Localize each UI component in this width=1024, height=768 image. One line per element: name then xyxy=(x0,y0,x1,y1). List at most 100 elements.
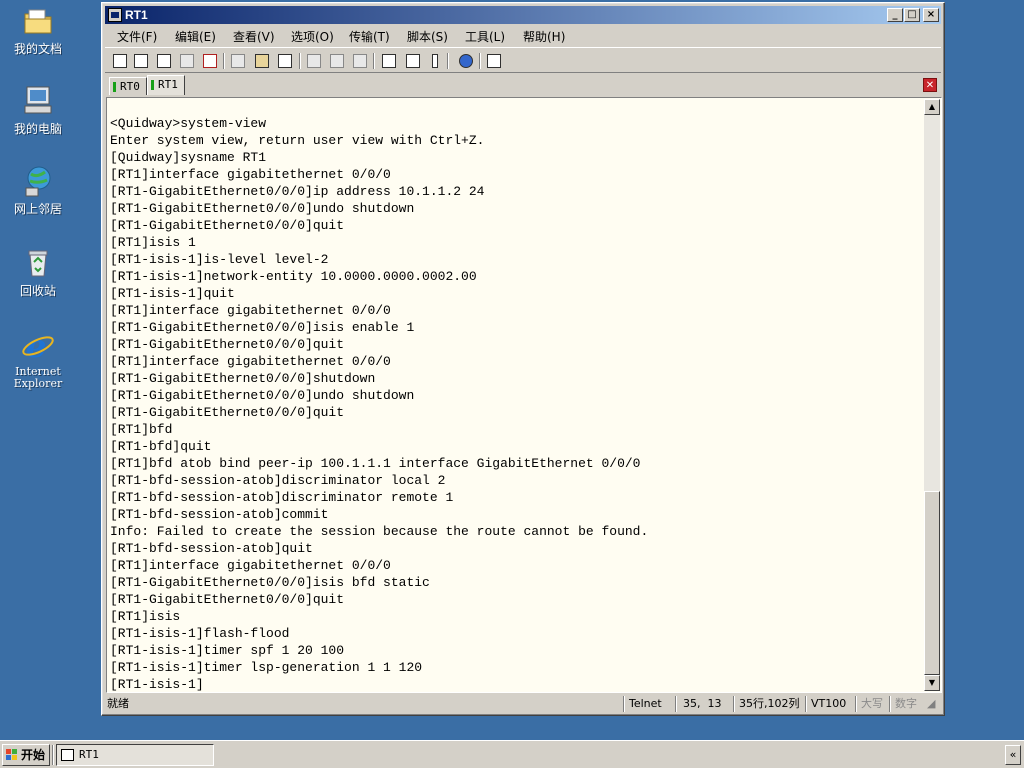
network-globe-icon xyxy=(21,164,55,198)
menu-script[interactable]: 脚本(S) xyxy=(407,28,448,45)
tab-rt0[interactable]: RT0 xyxy=(109,77,147,95)
desktop-icon-recycle-bin[interactable]: 回收站 xyxy=(0,246,76,298)
menu-options[interactable]: 选项(O) xyxy=(291,28,334,45)
session-options-icon[interactable] xyxy=(380,52,398,70)
status-protocol: Telnet xyxy=(629,697,662,710)
status-separator xyxy=(733,696,735,712)
terminal-line: [RT1-isis-1]quit xyxy=(110,286,235,301)
terminal-line: [RT1]interface gigabitethernet 0/0/0 xyxy=(110,303,391,318)
menu-transfer[interactable]: 传输(T) xyxy=(349,28,390,45)
print-selection-icon[interactable] xyxy=(328,52,346,70)
global-options-icon[interactable] xyxy=(404,52,422,70)
tab-rt1[interactable]: RT1 xyxy=(147,75,185,95)
quick-connect-icon[interactable] xyxy=(132,52,150,70)
menu-view[interactable]: 查看(V) xyxy=(233,28,275,45)
session-tabs: RT0 RT1 ✕ xyxy=(105,75,941,95)
taskbar: 开始 RT1 « xyxy=(0,740,1024,768)
desktop-icon-internet-explorer[interactable]: e Internet Explorer xyxy=(0,327,76,390)
terminal-line: [RT1-GigabitEthernet0/0/0]undo shutdown xyxy=(110,388,415,403)
terminal-line: [RT1-bfd-session-atob]commit xyxy=(110,507,329,522)
terminal-line: [RT1]bfd xyxy=(110,422,173,437)
maximize-button[interactable]: □ xyxy=(904,8,920,22)
monitor-icon[interactable] xyxy=(485,52,503,70)
reconnect-icon[interactable] xyxy=(178,52,196,70)
status-separator xyxy=(623,696,625,712)
internet-explorer-icon: e xyxy=(21,327,55,365)
menu-tools[interactable]: 工具(L) xyxy=(465,28,505,45)
status-terminal-size: 35行,102列 xyxy=(739,697,800,710)
status-cursor-position: 35, 13 xyxy=(683,697,722,710)
vertical-scrollbar[interactable]: ▲ ▼ xyxy=(924,99,940,691)
paste-icon[interactable] xyxy=(253,52,271,70)
terminal-line: [RT1-bfd-session-atob]quit xyxy=(110,541,313,556)
start-label: 开始 xyxy=(21,748,46,762)
desktop-icon-network-places[interactable]: 网上邻居 xyxy=(0,164,76,216)
connect-icon[interactable] xyxy=(111,52,129,70)
terminal-line: Info: Failed to create the session becau… xyxy=(110,524,649,539)
folder-icon xyxy=(21,4,55,38)
help-icon[interactable] xyxy=(457,52,475,70)
terminal-line: [RT1-bfd-session-atob]discriminator loca… xyxy=(110,473,446,488)
terminal-line: Enter system view, return user view with… xyxy=(110,133,485,148)
copy-icon[interactable] xyxy=(229,52,247,70)
desktop-icon-my-documents[interactable]: 我的文档 xyxy=(0,4,76,56)
minimize-button[interactable]: _ xyxy=(887,8,903,22)
status-num-lock: 数字 xyxy=(895,697,917,710)
status-separator xyxy=(675,696,677,712)
tray-expand-icon[interactable]: « xyxy=(1005,745,1021,765)
app-icon xyxy=(108,8,122,22)
menu-help[interactable]: 帮助(H) xyxy=(523,28,565,45)
terminal-line: [RT1-isis-1]flash-flood xyxy=(110,626,290,641)
terminal-output[interactable]: <Quidway>system-view Enter system view, r… xyxy=(106,97,942,693)
status-caps-lock: 大写 xyxy=(861,697,883,710)
print-icon[interactable] xyxy=(305,52,323,70)
connected-indicator-icon xyxy=(151,80,154,90)
taskbar-item-rt1[interactable]: RT1 xyxy=(56,744,214,766)
terminal-line: [RT1-GigabitEthernet0/0/0]quit xyxy=(110,405,345,420)
menu-bar: 文件(F) 编辑(E) 查看(V) 选项(O) 传输(T) 脚本(S) 工具(L… xyxy=(105,25,941,45)
status-separator xyxy=(855,696,857,712)
toolbar-separator xyxy=(479,53,481,69)
close-button[interactable]: × xyxy=(923,8,939,22)
status-emulation: VT100 xyxy=(811,697,847,710)
keymap-icon[interactable] xyxy=(426,52,444,70)
desktop-icon-label: 网上邻居 xyxy=(13,202,62,216)
desktop-icon-label: 回收站 xyxy=(19,284,56,298)
terminal-line: [RT1-GigabitEthernet0/0/0]isis enable 1 xyxy=(110,320,415,335)
scroll-thumb[interactable] xyxy=(924,491,940,675)
status-bar: 就绪 Telnet 35, 13 35行,102列 VT100 大写 数字 ◢ xyxy=(105,695,941,714)
scroll-down-icon[interactable]: ▼ xyxy=(924,675,940,691)
scroll-up-icon[interactable]: ▲ xyxy=(924,99,940,115)
toolbar-separator xyxy=(223,53,225,69)
terminal-text: <Quidway>system-view Enter system view, r… xyxy=(110,115,921,693)
terminal-line: [RT1]interface gigabitethernet 0/0/0 xyxy=(110,354,391,369)
terminal-line: [RT1-GigabitEthernet0/0/0]quit xyxy=(110,592,345,607)
connect-tab-icon[interactable] xyxy=(155,52,173,70)
close-tab-icon[interactable]: ✕ xyxy=(923,78,937,92)
terminal-line: [RT1-bfd-session-atob]discriminator remo… xyxy=(110,490,454,505)
recycle-bin-icon xyxy=(21,246,55,280)
resize-grip-icon[interactable]: ◢ xyxy=(927,696,939,713)
tab-label: RT0 xyxy=(120,80,140,93)
desktop-icon-my-computer[interactable]: 我的电脑 xyxy=(0,84,76,136)
terminal-line: [RT1-isis-1]is-level level-2 xyxy=(110,252,329,267)
toolbar-separator xyxy=(447,53,449,69)
desktop-icon-label: 我的文档 xyxy=(13,42,62,56)
terminal-line: [RT1-isis-1] xyxy=(110,677,204,692)
connected-indicator-icon xyxy=(113,82,116,92)
terminal-line: <Quidway>system-view xyxy=(110,116,267,131)
find-icon[interactable] xyxy=(276,52,294,70)
terminal-window: RT1 _ □ × 文件(F) 编辑(E) 查看(V) 选项(O) 传输(T) … xyxy=(101,2,945,716)
printer-icon[interactable] xyxy=(351,52,369,70)
title-bar[interactable]: RT1 _ □ × xyxy=(105,6,941,24)
computer-icon xyxy=(21,84,55,118)
windows-flag-icon xyxy=(6,749,18,761)
menu-file[interactable]: 文件(F) xyxy=(117,28,157,45)
disconnect-icon[interactable] xyxy=(201,52,219,70)
start-button[interactable]: 开始 xyxy=(2,744,50,766)
toolbar xyxy=(105,47,941,73)
status-separator xyxy=(805,696,807,712)
menu-edit[interactable]: 编辑(E) xyxy=(175,28,216,45)
terminal-line: [Quidway]sysname RT1 xyxy=(110,150,267,165)
toolbar-overflow-icon[interactable] xyxy=(505,52,515,70)
